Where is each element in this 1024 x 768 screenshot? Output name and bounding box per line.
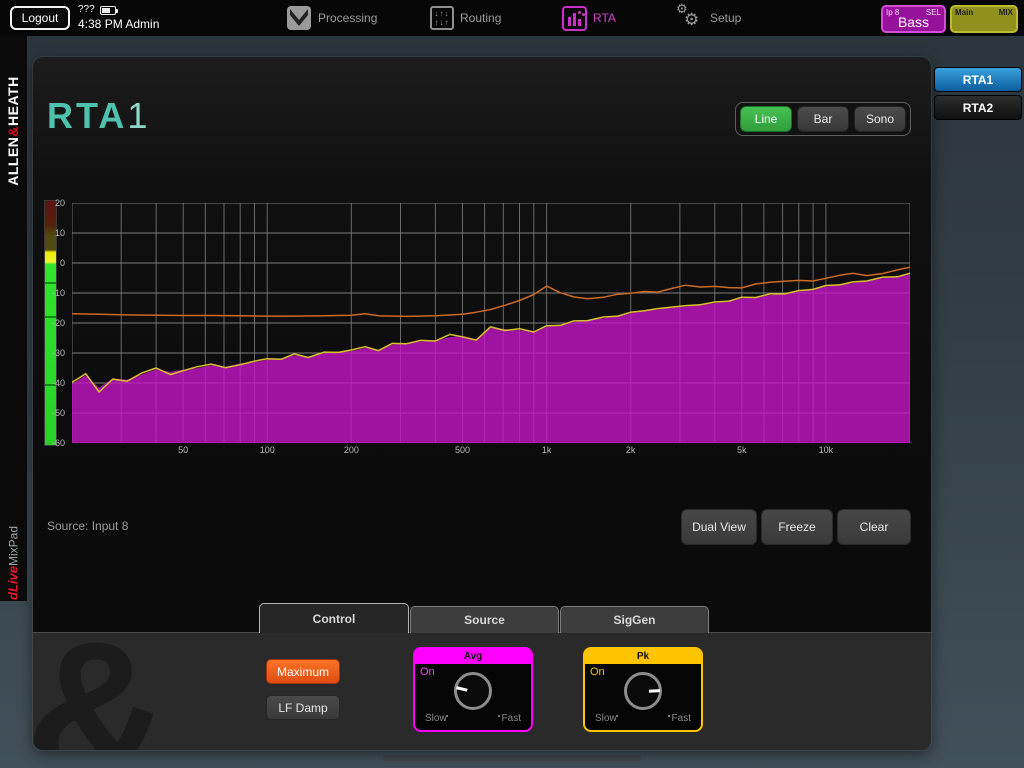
routing-icon: ↓↑↓↑↓↑ — [430, 6, 454, 30]
clock-user: 4:38 PM Admin — [78, 17, 159, 31]
view-mode-group: Line Bar Sono — [735, 102, 911, 136]
y-axis-label: -20 — [35, 318, 65, 328]
tab-siggen[interactable]: SigGen — [560, 606, 709, 633]
pk-fast-label: Fast — [672, 713, 691, 724]
x-axis-label: 50 — [178, 445, 188, 455]
y-axis-label: -40 — [35, 378, 65, 388]
dual-view-button[interactable]: Dual View — [681, 509, 757, 545]
nav-setup-label: Setup — [710, 11, 741, 25]
x-axis-label: 500 — [455, 445, 470, 455]
channel-name-label: Bass — [883, 14, 944, 30]
clear-button[interactable]: Clear — [837, 509, 911, 545]
y-axis-label: -10 — [35, 288, 65, 298]
nav-rta[interactable]: RTA — [562, 0, 616, 36]
y-axis-label: 0 — [35, 258, 65, 268]
tab-source[interactable]: Source — [410, 606, 559, 633]
x-axis-label: 1k — [542, 445, 552, 455]
pk-slow-label: Slow — [595, 713, 617, 724]
x-axis-label: 5k — [737, 445, 747, 455]
avg-knob[interactable] — [454, 672, 492, 710]
avg-fast-label: Fast — [502, 713, 521, 724]
nav-rta-label: RTA — [593, 11, 616, 25]
top-bar: Logout ??? 4:38 PM Admin Processing ↓↑↓↑… — [0, 0, 1024, 36]
time-label: 4:38 PM — [78, 17, 123, 31]
selected-channel-button[interactable]: Ip 8 SEL Bass — [881, 5, 946, 33]
y-axis-label: -50 — [35, 408, 65, 418]
y-axis-label: 10 — [35, 228, 65, 238]
freeze-button[interactable]: Freeze — [761, 509, 833, 545]
ampersand-watermark: & — [33, 613, 169, 750]
bar-view-button[interactable]: Bar — [797, 106, 849, 132]
brand-sidebar: ALLEN&HEATH dLiveMixPad — [0, 36, 27, 601]
lf-damp-button[interactable]: LF Damp — [266, 695, 340, 720]
rta-chart-svg — [72, 203, 910, 443]
x-axis-label: 2k — [626, 445, 636, 455]
home-indicator[interactable] — [383, 755, 641, 761]
avg-panel-title: Avg — [415, 649, 531, 664]
line-view-button[interactable]: Line — [740, 106, 792, 132]
rta-icon — [562, 6, 587, 31]
pk-knob-pointer — [643, 689, 660, 693]
source-label: Source: Input 8 — [47, 519, 128, 533]
tab-rta1[interactable]: RTA1 — [934, 67, 1022, 92]
nav-processing-label: Processing — [318, 11, 377, 25]
signal-status: ??? — [78, 4, 95, 15]
rta-main-panel: RTA1 Line Bar Sono 20100-10-20-30-40-50-… — [33, 57, 931, 750]
setup-gears-icon: ⚙⚙ — [678, 5, 704, 31]
pk-panel: Pk On Slow Fast — [583, 647, 703, 732]
nav-setup[interactable]: ⚙⚙ Setup — [678, 0, 741, 36]
avg-knob-pointer — [456, 686, 473, 693]
avg-panel: Avg On Slow Fast — [413, 647, 533, 732]
sono-view-button[interactable]: Sono — [854, 106, 906, 132]
pk-panel-title: Pk — [585, 649, 701, 664]
battery-icon — [100, 6, 116, 15]
avg-slow-label: Slow — [425, 713, 447, 724]
x-axis-label: 100 — [260, 445, 275, 455]
nav-processing[interactable]: Processing — [286, 0, 377, 36]
pk-on-label[interactable]: On — [590, 666, 605, 678]
mix-name-label: Main — [955, 8, 973, 17]
y-axis-label: -60 — [35, 438, 65, 448]
maximum-button[interactable]: Maximum — [266, 659, 340, 684]
tab-control[interactable]: Control — [259, 603, 409, 633]
y-axis-label: -30 — [35, 348, 65, 358]
tab-rta2[interactable]: RTA2 — [934, 95, 1022, 120]
allen-heath-logo: ALLEN&HEATH — [5, 76, 21, 185]
avg-on-label[interactable]: On — [420, 666, 435, 678]
meter-notch — [45, 282, 56, 284]
x-axis-label: 200 — [344, 445, 359, 455]
nav-routing-label: Routing — [460, 11, 501, 25]
nav-routing[interactable]: ↓↑↓↑↓↑ Routing — [430, 0, 501, 36]
x-axis-label: 10k — [819, 445, 834, 455]
mix-button[interactable]: Main MIX — [950, 5, 1018, 33]
pk-knob[interactable] — [624, 672, 662, 710]
processing-icon — [286, 5, 312, 31]
logout-button[interactable]: Logout — [10, 6, 70, 30]
y-axis-label: 20 — [35, 198, 65, 208]
page-title: RTA1 — [47, 95, 147, 137]
dlive-mixpad-logo: dLiveMixPad — [6, 526, 21, 600]
mix-tag-label: MIX — [999, 8, 1013, 17]
user-label: Admin — [125, 17, 159, 31]
